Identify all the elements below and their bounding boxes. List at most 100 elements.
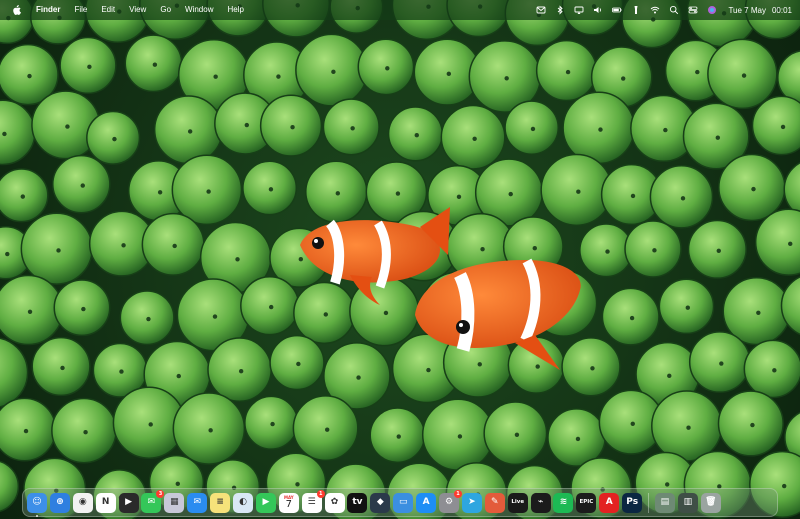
anemone-tip: [335, 191, 341, 196]
anemone-tip: [396, 434, 401, 439]
anemone-tip: [296, 361, 301, 367]
anemone-tip: [208, 428, 213, 433]
safari-icon[interactable]: ⊕: [49, 492, 70, 513]
downloads-stack-icon[interactable]: ▥: [677, 492, 698, 513]
photoshop-icon[interactable]: Ps: [622, 492, 643, 513]
dock-app-glyph: ✎: [491, 497, 499, 507]
spotlight-search-icon[interactable]: [669, 5, 679, 15]
facetime-icon[interactable]: ▶: [255, 492, 276, 513]
dock: ☺ ⊕ ◉ N ▶ ✉ 3 ▦ ✉ ≡ ◐ ▶ MAY 7 ☰ 1 ✿ tv ◆ ▭ A ⚙ 1 ➤ ✎ Live ⌁ ≋ EPIC A P…: [22, 488, 778, 517]
volume-icon[interactable]: [593, 5, 603, 15]
dock-app-glyph: ⌁: [537, 497, 544, 507]
anemone-bulb: [292, 395, 359, 462]
apple-tv-icon[interactable]: tv: [347, 492, 368, 513]
ableton-live-icon[interactable]: Live: [507, 492, 528, 513]
dock-app-glyph: ✉: [193, 497, 201, 507]
anemone-tip: [157, 190, 163, 195]
anemone-bulb: [0, 460, 20, 513]
anemone-tip: [751, 186, 756, 192]
davinci-icon[interactable]: ◆: [370, 492, 391, 513]
dock-app-glyph: ◐: [239, 497, 247, 507]
system-settings-icon[interactable]: ⚙ 1: [439, 489, 463, 513]
anemone-tip: [290, 124, 295, 130]
telegram-icon[interactable]: ➤: [461, 492, 482, 513]
anemone-tip: [629, 315, 635, 321]
dock-app-glyph: A: [422, 497, 430, 507]
anemone-tip: [213, 74, 218, 79]
bluetooth-icon[interactable]: [555, 5, 565, 15]
dock-app-glyph: 🗑: [705, 497, 717, 507]
menu-go[interactable]: Go: [153, 0, 178, 20]
dock-app-glyph: ⚙: [444, 497, 454, 507]
trash-icon[interactable]: 🗑: [700, 492, 721, 513]
anemone-tip: [680, 196, 686, 201]
control-center-icon[interactable]: [688, 5, 698, 15]
anemone-tip: [457, 434, 463, 439]
anemone-tip: [80, 183, 85, 188]
dock-app-glyph: EPIC: [579, 498, 594, 505]
messages-icon[interactable]: ✉ 3: [141, 489, 165, 513]
dock-app-glyph: ☺: [32, 497, 42, 507]
dock-app-glyph: ✿: [330, 497, 339, 507]
calendar-day-number: 7: [285, 499, 292, 510]
launchpad-icon[interactable]: ▦: [164, 492, 185, 513]
menu-edit[interactable]: Edit: [94, 0, 122, 20]
desktop-folder-icon[interactable]: ▤: [654, 492, 675, 513]
anemone-tip: [269, 304, 274, 310]
anemone-bulb: [718, 153, 786, 222]
dock-app-glyph: ▤: [660, 497, 670, 507]
anemone-tip: [695, 69, 700, 75]
menu-file[interactable]: File: [67, 0, 94, 20]
anemone-bulb: [707, 38, 778, 110]
anemone-tip: [750, 422, 755, 428]
anemone-tip: [514, 432, 520, 437]
running-indicator: [36, 514, 38, 517]
app-store-icon[interactable]: A: [416, 492, 437, 513]
anemone-tip: [350, 126, 355, 131]
menu-window[interactable]: Window: [178, 0, 220, 20]
anemone-bulb: [0, 337, 29, 408]
chrome-icon[interactable]: ◉: [72, 492, 93, 513]
menu-help[interactable]: Help: [220, 0, 250, 20]
preview-icon[interactable]: ◐: [233, 492, 254, 513]
acrobat-icon[interactable]: A: [599, 492, 620, 513]
flashlight-icon[interactable]: [631, 5, 641, 15]
battery-icon[interactable]: [612, 5, 622, 15]
anemone-bulb: [171, 154, 243, 226]
photos-icon[interactable]: ✿: [324, 492, 345, 513]
infuse-icon[interactable]: ▶: [118, 492, 139, 513]
anemone-tip: [383, 310, 389, 316]
anemone-tip: [148, 422, 153, 427]
calendar-icon[interactable]: MAY 7: [278, 492, 299, 513]
dock-app-glyph: ▶: [125, 497, 133, 507]
anemone-tip: [187, 129, 193, 134]
anemone-bulb: [717, 390, 784, 457]
anemone-tip: [276, 74, 281, 79]
menu-view[interactable]: View: [122, 0, 153, 20]
apple-menu-icon[interactable]: [8, 5, 29, 15]
keynote-icon[interactable]: ▭: [393, 492, 414, 513]
anemone-bulb: [483, 401, 548, 466]
stickies-icon[interactable]: ✎: [484, 492, 505, 513]
activity-monitor-icon[interactable]: ⌁: [530, 492, 551, 513]
menu-bar: Finder File Edit View Go Window Help Tue…: [0, 0, 800, 20]
anemone-bulb: [751, 95, 800, 156]
mail-icon[interactable]: [536, 5, 546, 15]
menu-finder[interactable]: Finder: [29, 0, 67, 20]
desktop-wallpaper: [0, 0, 800, 519]
finder-icon[interactable]: ☺: [27, 492, 47, 517]
siri-icon[interactable]: [707, 5, 717, 15]
mail-app-icon[interactable]: ✉: [187, 492, 208, 513]
anemone-tip: [716, 248, 721, 253]
epic-games-icon[interactable]: EPIC: [576, 492, 597, 513]
screen-mirroring-icon[interactable]: [574, 5, 584, 15]
anemone-tip: [112, 136, 117, 142]
notion-icon[interactable]: N: [95, 492, 116, 513]
spotify-icon[interactable]: ≋: [553, 492, 574, 513]
anemone-tip: [119, 369, 124, 374]
anemone-tip: [60, 365, 65, 371]
wifi-icon[interactable]: [650, 5, 660, 15]
menubar-clock[interactable]: Tue 7 May 00:01: [726, 6, 792, 15]
notes-icon[interactable]: ≡: [210, 492, 231, 513]
reminders-icon[interactable]: ☰ 1: [301, 489, 325, 513]
